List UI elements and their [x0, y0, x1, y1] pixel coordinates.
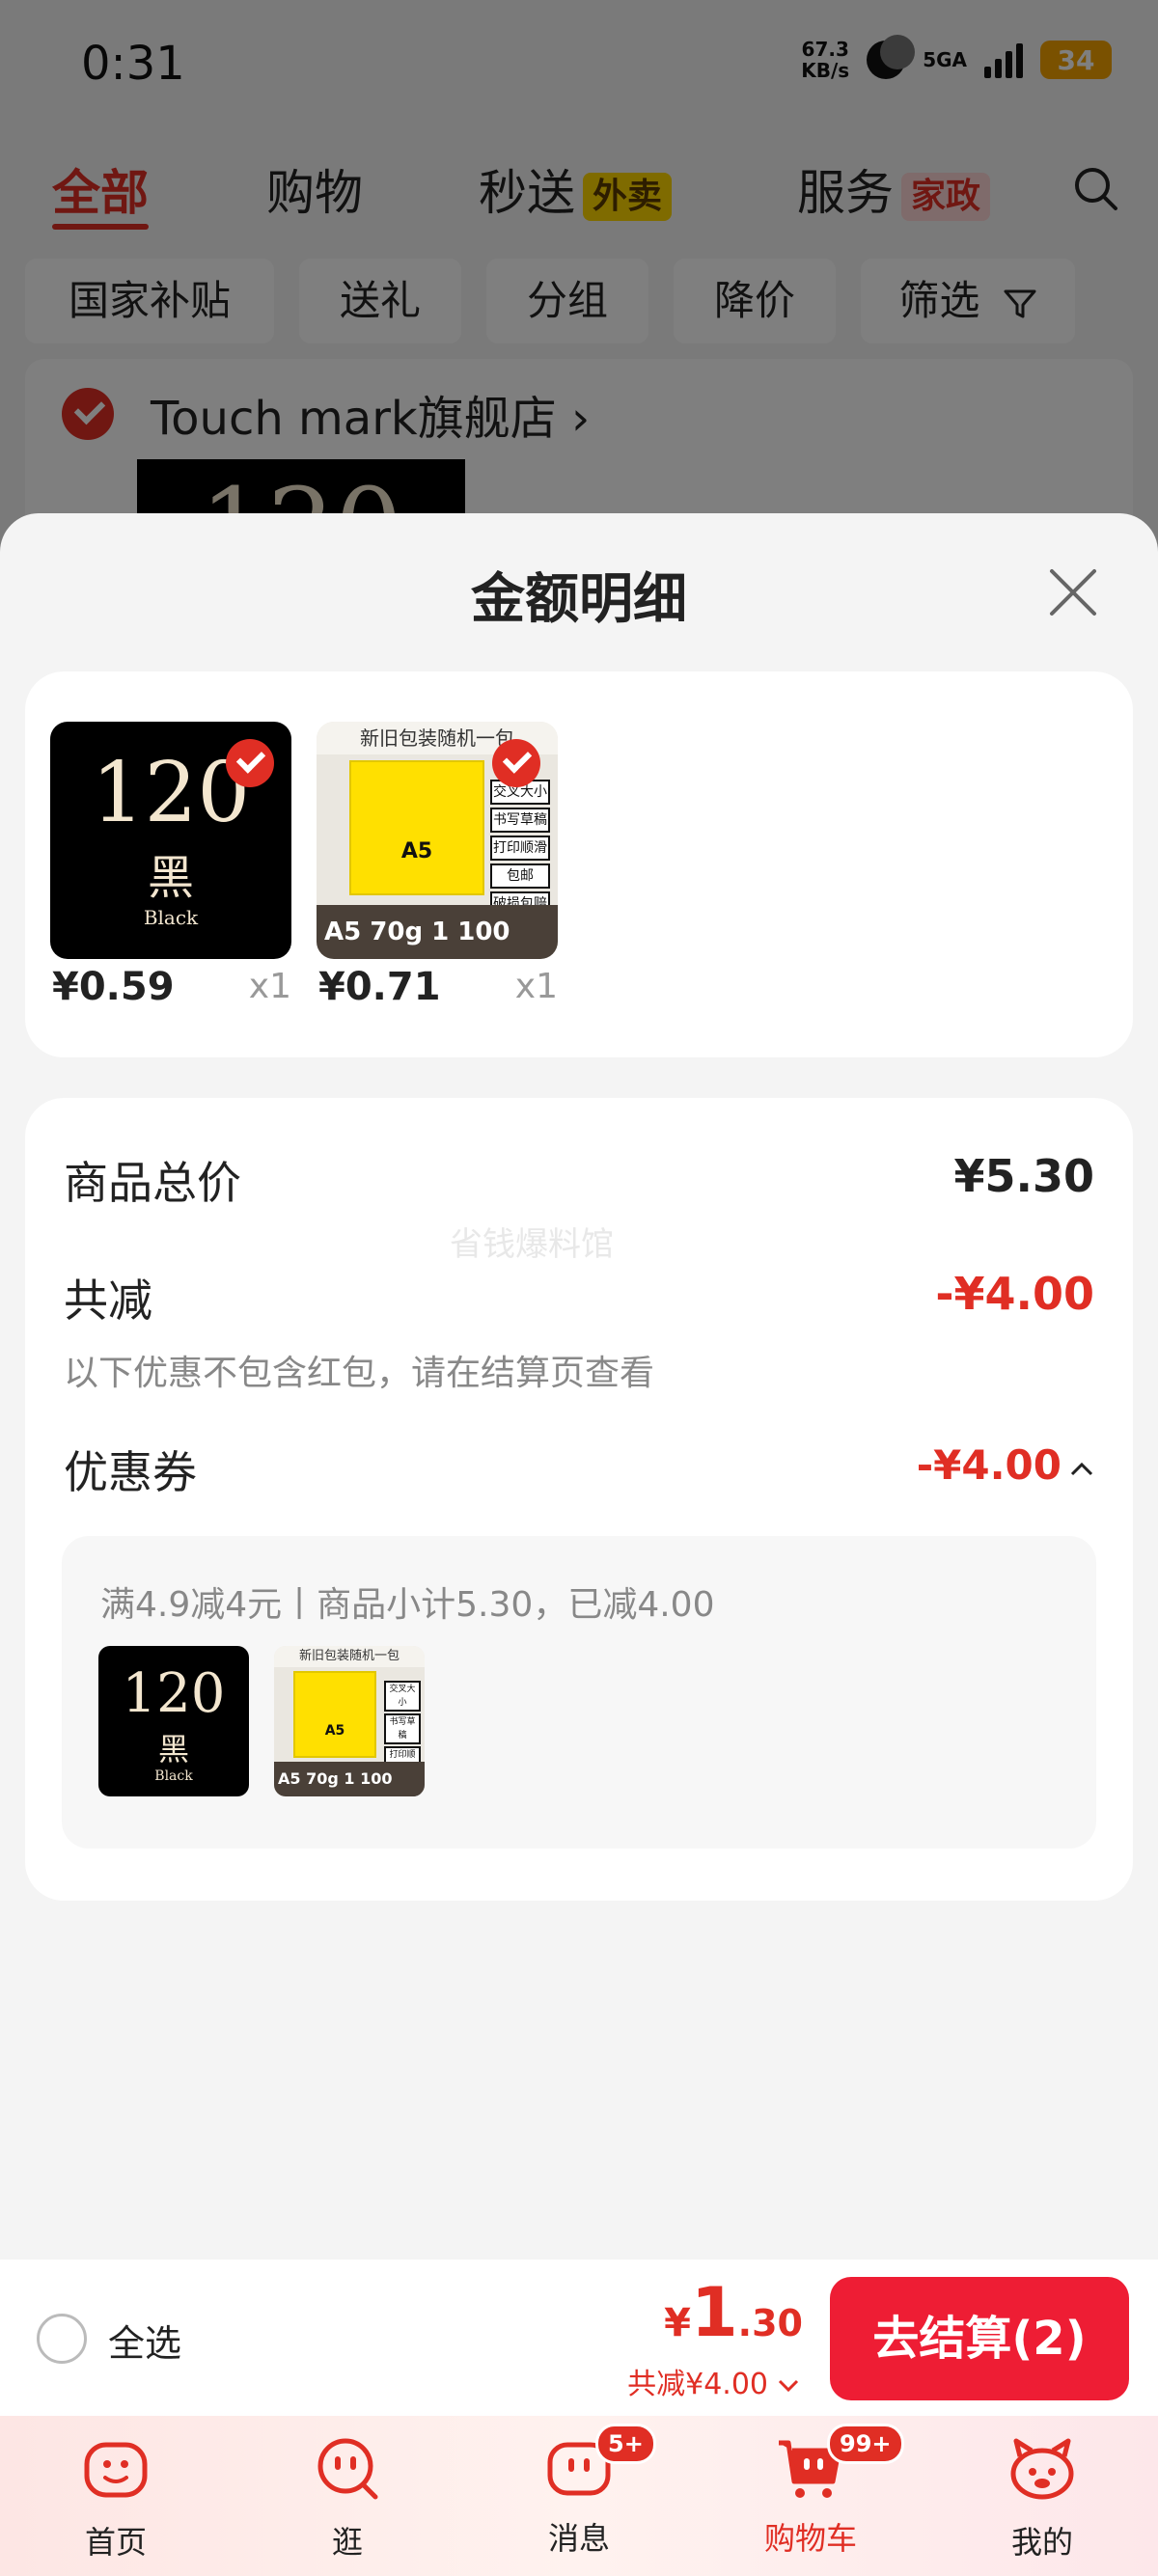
coupon-product-thumbnail: 120 黑 Black [98, 1646, 249, 1796]
nav-browse[interactable]: 逛 [232, 2437, 463, 2562]
coupon-label: 优惠券 [64, 1446, 197, 1498]
bottom-nav: 首页 逛 5+ 消息 99+ 购物车 我的 [0, 2416, 1158, 2576]
checkout-discount-toggle[interactable]: 共减¥4.00 [627, 2360, 799, 2402]
browse-icon [317, 2438, 378, 2500]
chevron-down-icon [778, 2379, 799, 2392]
profile-icon [1010, 2438, 1074, 2500]
coupon-detail-box: 满4.9减4元丨商品小计5.30，已减4.00 120 黑 Black 新旧包装… [62, 1536, 1096, 1849]
product-item[interactable]: 120 黑 Black ¥0.59 x1 [50, 722, 291, 1009]
chevron-up-icon [1070, 1462, 1093, 1475]
sheet-title: 金额明细 [471, 568, 687, 631]
product-quantity: x1 [514, 967, 558, 1006]
coupon-description: 满4.9减4元丨商品小计5.30，已减4.00 [100, 1585, 715, 1625]
discount-label: 共减 [64, 1274, 152, 1327]
message-count-badge: 5+ [595, 2424, 656, 2464]
product-image: 120 黑 Black [50, 722, 291, 959]
coupon-product-thumbnail: 新旧包装随机一包 A5 交叉大小 书写草稿 打印顺滑 包邮 破损包赔 A5 70… [274, 1646, 425, 1796]
home-icon [84, 2442, 148, 2498]
product-image: 新旧包装随机一包 A5 交叉大小 书写草稿 打印顺滑 包邮 破损包赔 A5 70… [317, 722, 558, 959]
checkout-bar: 全选 ¥1.30 共减¥4.00 去结算(2) [0, 2260, 1158, 2416]
coupon-product-thumbnails: 120 黑 Black 新旧包装随机一包 A5 交叉大小 书写草稿 打印顺滑 包… [98, 1646, 425, 1796]
nav-messages[interactable]: 5+ 消息 [463, 2424, 695, 2559]
select-all-label[interactable]: 全选 [108, 2314, 181, 2367]
checkout-button[interactable]: 去结算(2) [830, 2277, 1129, 2400]
selected-check-icon [492, 739, 540, 787]
selected-products-card: 120 黑 Black ¥0.59 x1 新旧包装随机一包 A5 交叉大小 书写… [25, 671, 1133, 1057]
cart-count-badge: 99+ [827, 2424, 904, 2464]
total-price-value: ¥5.30 [953, 1150, 1094, 1202]
product-item[interactable]: 新旧包装随机一包 A5 交叉大小 书写草稿 打印顺滑 包邮 破损包赔 A5 70… [317, 722, 558, 1009]
product-quantity: x1 [248, 967, 291, 1006]
coupon-toggle[interactable]: -¥4.00 [917, 1441, 1094, 1489]
checkout-total-price: ¥1.30 [664, 2273, 803, 2352]
close-icon[interactable] [1046, 565, 1100, 619]
discount-note: 以下优惠不包含红包，请在结算页查看 [64, 1354, 655, 1393]
select-all-checkbox[interactable] [37, 2314, 87, 2364]
discount-value: -¥4.00 [935, 1268, 1094, 1320]
nav-home[interactable]: 首页 [0, 2437, 232, 2562]
price-summary-card: 商品总价 ¥5.30 省钱爆料馆 共减 -¥4.00 以下优惠不包含红包，请在结… [25, 1098, 1133, 1901]
amount-details-sheet: 金额明细 120 黑 Black ¥0.59 x1 新旧包装随机一包 A5 交叉… [0, 513, 1158, 2260]
nav-cart[interactable]: 99+ 购物车 [695, 2424, 926, 2559]
product-price: ¥0.59 [52, 965, 175, 1009]
selected-check-icon [226, 739, 274, 787]
total-price-label: 商品总价 [64, 1157, 241, 1209]
watermark: 省钱爆料馆 [450, 1225, 614, 1264]
nav-profile[interactable]: 我的 [926, 2437, 1158, 2562]
product-price: ¥0.71 [318, 965, 441, 1009]
